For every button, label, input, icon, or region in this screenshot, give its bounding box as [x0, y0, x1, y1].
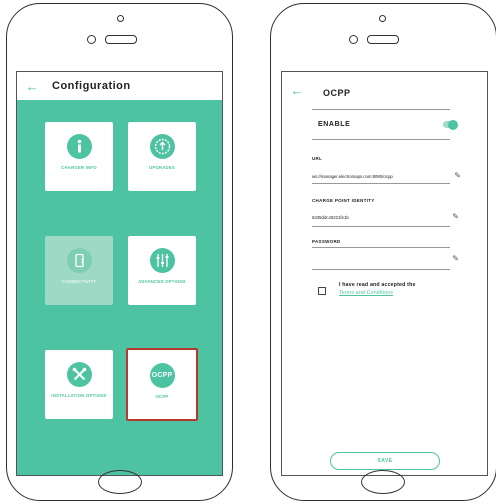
divider	[312, 109, 450, 110]
back-arrow-icon[interactable]: ←	[282, 83, 312, 98]
tile-connectivity[interactable]: CONNECTIVITY	[45, 236, 113, 305]
sliders-icon	[149, 248, 175, 273]
enable-label: ENABLE	[318, 121, 351, 128]
charge-point-identity-field[interactable]: 6335ddc40221fe1b	[312, 215, 349, 220]
toggle-knob	[448, 119, 458, 130]
url-field[interactable]: ws://manager.electromaps.com:8080/ocpp	[312, 174, 437, 179]
tile-advanced-options[interactable]: ADVANCED OPTIONS	[128, 236, 196, 305]
page-title: Configuration	[52, 80, 131, 92]
app-bar: ← Configuration	[17, 72, 222, 101]
save-button[interactable]: SAVE	[330, 452, 440, 470]
tile-label: CONNECTIVITY	[61, 279, 97, 284]
terms-link[interactable]: Terms and Conditions	[339, 290, 393, 296]
page-title: OCPP	[323, 88, 351, 98]
edit-pencil-icon[interactable]: ✎	[452, 212, 459, 221]
upgrade-icon	[149, 134, 175, 159]
terms-checkbox[interactable]	[318, 287, 326, 295]
options-grid: CHARGER INFO UPGRADES CONNECTIVITY ADVAN…	[17, 100, 222, 475]
tile-upgrades[interactable]: UPGRADES	[128, 122, 196, 191]
tile-label: ADVANCED OPTIONS	[138, 279, 186, 284]
connectivity-icon	[66, 248, 92, 273]
speaker-dot	[117, 15, 124, 22]
divider	[312, 139, 450, 140]
earpiece	[367, 35, 399, 44]
enable-toggle[interactable]	[443, 119, 458, 130]
tile-installation-options[interactable]: INSTALLATION OPTIONS	[45, 350, 113, 419]
earpiece	[105, 35, 137, 44]
tile-label: CHARGER INFO	[61, 165, 97, 170]
configuration-screen: ← Configuration CHARGER INFO UPGRADES CO…	[16, 71, 223, 476]
home-button[interactable]	[361, 470, 405, 494]
cpid-underline	[312, 226, 450, 227]
tile-ocpp[interactable]: OCPP OCPP	[126, 348, 198, 421]
tile-label: UPGRADES	[149, 165, 175, 170]
camera	[349, 35, 358, 44]
home-button[interactable]	[98, 470, 142, 494]
terms-text: I have read and accepted the	[339, 282, 416, 288]
camera	[87, 35, 96, 44]
tile-label: OCPP	[155, 394, 169, 399]
edit-pencil-icon[interactable]: ✎	[452, 254, 459, 263]
url-underline	[312, 183, 450, 184]
tools-icon	[66, 362, 92, 387]
tile-charger-info[interactable]: CHARGER INFO	[45, 122, 113, 191]
password-underline	[312, 269, 450, 270]
charge-point-identity-label: CHARGE POINT IDENTITY	[312, 198, 375, 203]
url-label: URL	[312, 156, 323, 161]
edit-pencil-icon[interactable]: ✎	[454, 171, 461, 180]
back-arrow-icon[interactable]: ←	[17, 79, 47, 94]
ocpp-screen: ← OCPP ENABLE URL ws://manager.electroma…	[281, 71, 488, 476]
password-top-line	[312, 247, 450, 248]
speaker-dot	[379, 15, 386, 22]
password-label: PASSWORD	[312, 239, 341, 244]
phone-left: ← Configuration CHARGER INFO UPGRADES CO…	[6, 3, 233, 501]
info-icon	[66, 134, 92, 159]
tile-label: INSTALLATION OPTIONS	[51, 393, 107, 398]
ocpp-icon: OCPP	[149, 363, 175, 388]
phone-right: ← OCPP ENABLE URL ws://manager.electroma…	[270, 3, 496, 501]
